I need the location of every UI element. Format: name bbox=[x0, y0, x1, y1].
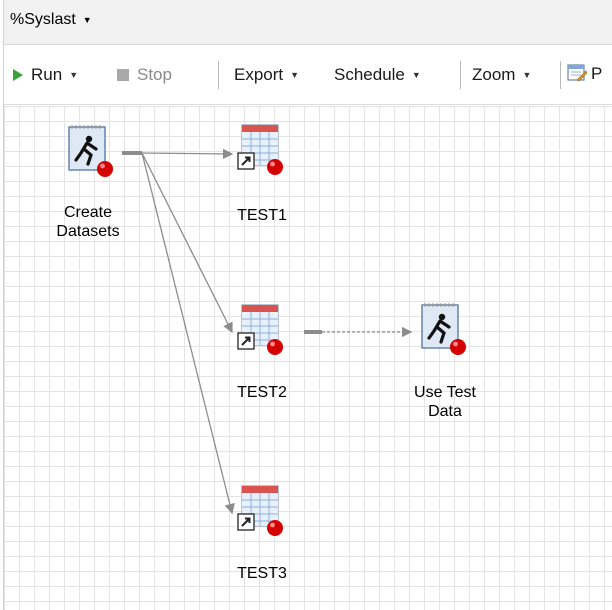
node-label-test1: TEST1 bbox=[237, 207, 287, 224]
dataset-shortcut-icon bbox=[237, 485, 283, 536]
chevron-down-icon: ▼ bbox=[69, 70, 79, 80]
calendar-icon[interactable] bbox=[567, 62, 587, 82]
process-flow-title: %Syslast bbox=[10, 11, 76, 28]
run-label: Run bbox=[31, 65, 63, 84]
stop-icon bbox=[117, 69, 129, 81]
zoom-label: Zoom bbox=[472, 65, 516, 84]
error-badge-icon bbox=[267, 339, 283, 355]
process-flow-dropdown[interactable]: %Syslast ▼ bbox=[10, 9, 92, 31]
node-create-datasets[interactable] bbox=[67, 124, 119, 185]
schedule-button[interactable]: Schedule ▼ bbox=[334, 63, 421, 87]
stop-label: Stop bbox=[137, 65, 172, 84]
node-label-test3: TEST3 bbox=[237, 565, 287, 582]
toolbar-divider bbox=[218, 61, 219, 89]
error-badge-icon bbox=[97, 161, 113, 177]
toolbar-cut-label[interactable]: P bbox=[591, 64, 602, 84]
play-icon bbox=[13, 69, 23, 81]
title-bar: %Syslast ▼ bbox=[4, 0, 612, 45]
toolbar-divider bbox=[460, 61, 461, 89]
process-flow-window: %Syslast ▼ Run ▼ Stop Export ▼ Schedule … bbox=[3, 0, 612, 610]
schedule-label: Schedule bbox=[334, 65, 405, 84]
export-label: Export bbox=[234, 65, 284, 84]
chevron-down-icon: ▼ bbox=[522, 70, 532, 80]
program-icon bbox=[68, 125, 113, 177]
toolbar-divider bbox=[560, 61, 561, 89]
error-badge-icon bbox=[267, 520, 283, 536]
node-test3[interactable] bbox=[236, 483, 296, 548]
link-create-to-test3[interactable] bbox=[141, 152, 235, 515]
node-test1[interactable] bbox=[236, 122, 296, 187]
link-create-to-test2[interactable] bbox=[141, 152, 233, 334]
stop-button[interactable]: Stop bbox=[117, 63, 172, 87]
node-label-test2: TEST2 bbox=[237, 384, 287, 401]
error-badge-icon bbox=[450, 339, 466, 355]
dataset-shortcut-icon bbox=[237, 304, 283, 355]
node-label-use-test-data: Use Test Data bbox=[414, 384, 476, 420]
chevron-down-icon: ▼ bbox=[411, 70, 421, 80]
chevron-down-icon: ▼ bbox=[290, 70, 300, 80]
node-label-create-datasets: Create Datasets bbox=[56, 204, 120, 240]
export-button[interactable]: Export ▼ bbox=[234, 63, 299, 87]
chevron-down-icon: ▼ bbox=[82, 15, 92, 25]
link-create-to-test1[interactable] bbox=[141, 148, 234, 160]
dataset-shortcut-icon bbox=[237, 124, 283, 175]
process-flow-canvas[interactable]: Create Datasets TEST1 TEST2 Use Test Dat… bbox=[4, 106, 612, 610]
node-test2[interactable] bbox=[236, 302, 296, 367]
error-badge-icon bbox=[267, 159, 283, 175]
program-icon bbox=[421, 303, 466, 355]
run-button[interactable]: Run ▼ bbox=[13, 63, 78, 87]
toolbar: Run ▼ Stop Export ▼ Schedule ▼ Zoom ▼ bbox=[4, 45, 612, 105]
zoom-button[interactable]: Zoom ▼ bbox=[472, 63, 531, 87]
node-use-test-data[interactable] bbox=[420, 302, 472, 363]
